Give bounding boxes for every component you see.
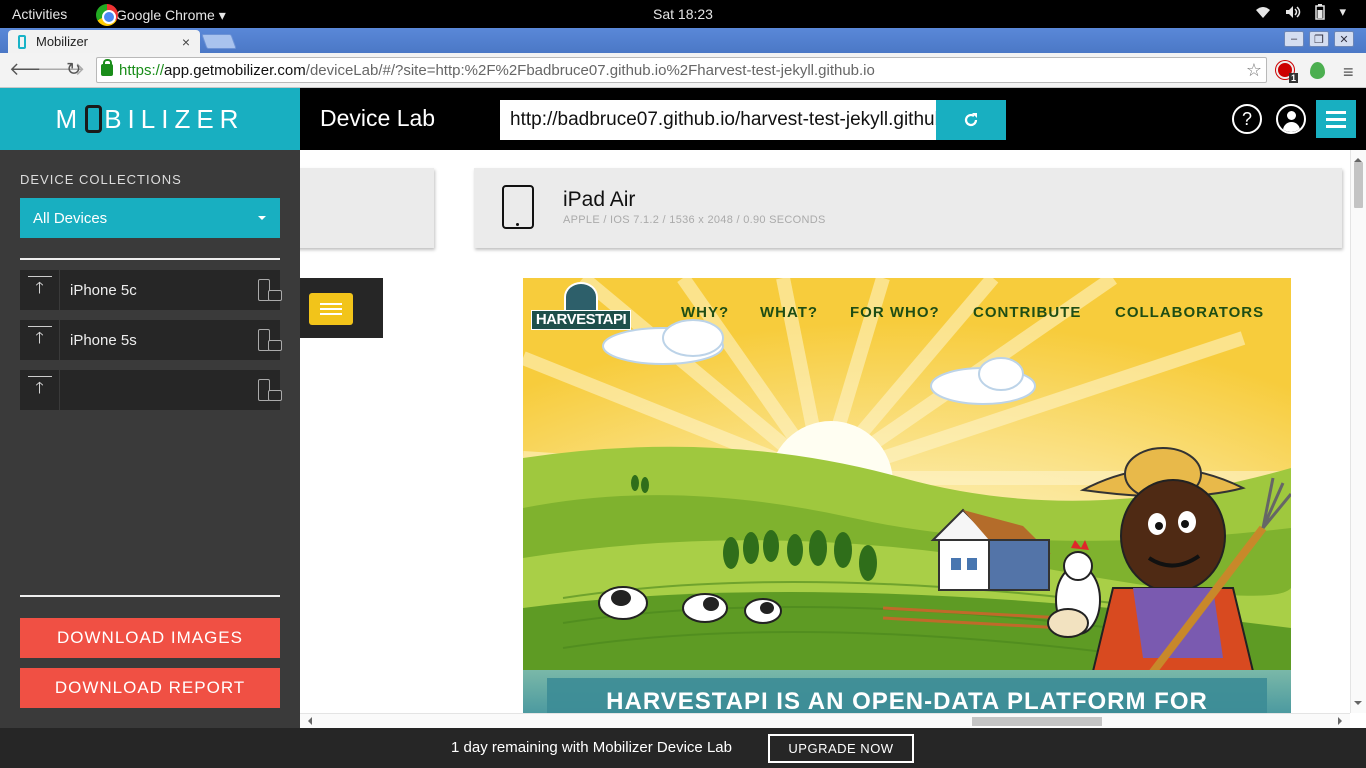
url-scheme: https:// <box>119 61 165 79</box>
orientation-toggle-icon[interactable] <box>258 279 282 301</box>
evernote-extension-icon[interactable] <box>1310 62 1325 79</box>
horizontal-scrollbar[interactable] <box>300 713 1350 728</box>
device-row[interactable]: 🡑 <box>20 370 282 410</box>
minimize-button[interactable]: – <box>1284 31 1304 47</box>
harvestapi-logo-text: HARVESTAPI <box>531 310 631 330</box>
download-images-button[interactable]: DOWNLOAD IMAGES <box>20 618 280 658</box>
system-top-bar: Activities Google Chrome ▾ Sat 18:23 ▾ <box>0 0 1366 28</box>
system-tray[interactable]: ▾ <box>1255 4 1346 20</box>
extension-badge: 1 <box>1288 73 1298 83</box>
chrome-menu-icon[interactable]: ≡ <box>1343 62 1354 83</box>
reload-page-button[interactable]: ↻ <box>66 59 81 80</box>
site-url-input[interactable]: http://badbruce07.github.io/harvest-test… <box>500 100 936 140</box>
upload-arrow-icon[interactable]: 🡑 <box>20 270 60 310</box>
device-card[interactable]: iPad Air APPLE / IOS 7.1.2 / 1536 x 2048… <box>474 168 1342 248</box>
browser-toolbar: 🡐 🡒 ↻ https:// app.getmobilizer.com /dev… <box>0 53 1366 88</box>
collection-dropdown[interactable]: All Devices <box>20 198 280 238</box>
trial-footer: 1 day remaining with Mobilizer Device La… <box>0 728 1366 768</box>
sidebar: DEVICE COLLECTIONS All Devices 🡑 iPhone … <box>0 150 300 728</box>
battery-icon <box>1315 4 1326 20</box>
globe-icon <box>564 282 598 312</box>
help-button[interactable]: ? <box>1232 104 1262 134</box>
wifi-icon <box>1256 7 1271 18</box>
upload-arrow-icon[interactable]: 🡑 <box>20 370 60 410</box>
device-collections-caption: DEVICE COLLECTIONS <box>20 172 182 187</box>
close-window-button[interactable]: ✕ <box>1334 31 1354 47</box>
site-nav-why[interactable]: WHY? <box>681 304 729 321</box>
device-name: iPad Air <box>563 188 636 211</box>
address-bar[interactable]: https:// app.getmobilizer.com /deviceLab… <box>96 57 1267 83</box>
harvestapi-logo[interactable]: HARVESTAPI <box>531 282 631 334</box>
orientation-toggle-icon[interactable] <box>258 379 282 401</box>
orientation-toggle-icon[interactable] <box>258 329 282 351</box>
device-stage: iPad Air APPLE / IOS 7.1.2 / 1536 x 2048… <box>300 150 1366 713</box>
refresh-icon <box>964 113 978 127</box>
mobilizer-app: M BILIZER Device Lab http://badbruce07.gi… <box>0 88 1366 728</box>
device-label: iPhone 5c <box>70 282 137 299</box>
site-banner: HARVESTAPI IS AN OPEN-DATA PLATFORM FOR <box>523 670 1291 713</box>
new-tab-button[interactable] <box>201 34 237 49</box>
scroll-right-arrow-icon[interactable] <box>1338 717 1346 725</box>
device-list-viewport: DEVICE COLLECTIONS All Devices 🡑 iPhone … <box>0 150 300 446</box>
window-controls: – ❐ ✕ <box>1284 31 1354 47</box>
tab-title: Mobilizer <box>36 34 89 49</box>
site-nav-for-who[interactable]: FOR WHO? <box>850 304 940 321</box>
banner-heading: HARVESTAPI IS AN OPEN-DATA PLATFORM FOR <box>606 688 1208 713</box>
previous-device-card[interactable] <box>300 168 434 248</box>
logo-letters-rest: BILIZER <box>104 103 245 134</box>
dropdown-caret-icon <box>258 216 266 224</box>
mobile-menu-button[interactable] <box>309 293 353 325</box>
device-meta: APPLE / IOS 7.1.2 / 1536 x 2048 / 0.90 S… <box>563 214 826 226</box>
system-menu-caret-icon: ▾ <box>1339 4 1346 19</box>
mobilizer-logo[interactable]: M BILIZER <box>0 88 300 150</box>
volume-icon <box>1286 6 1301 18</box>
logo-letter-m: M <box>55 103 84 134</box>
scroll-down-arrow-icon[interactable] <box>1354 701 1362 709</box>
tab-strip: Mobilizer × – ❐ ✕ <box>0 28 1366 53</box>
upload-arrow-icon[interactable]: 🡑 <box>20 320 60 360</box>
farm-illustration <box>523 278 1291 713</box>
browser-tab[interactable]: Mobilizer × <box>8 30 200 53</box>
divider <box>20 258 280 260</box>
download-report-button[interactable]: DOWNLOAD REPORT <box>20 668 280 708</box>
device-label: iPhone 5s <box>70 332 137 349</box>
lock-icon <box>101 59 113 76</box>
site-screenshot: HARVESTAPI WHY? WHAT? FOR WHO? CONTRIBUT… <box>523 278 1291 713</box>
tablet-icon <box>502 185 534 229</box>
divider <box>20 595 280 597</box>
collection-selected-value: All Devices <box>33 210 108 227</box>
user-account-icon[interactable] <box>1276 104 1306 134</box>
app-header: Device Lab http://badbruce07.github.io/h… <box>300 88 1366 150</box>
phone-o-icon <box>85 105 103 133</box>
scroll-left-arrow-icon[interactable] <box>304 717 312 725</box>
reload-site-button[interactable] <box>936 100 1006 140</box>
vertical-scrollbar[interactable] <box>1350 150 1366 713</box>
site-nav-what[interactable]: WHAT? <box>760 304 818 321</box>
site-nav-collaborators[interactable]: COLLABORATORS <box>1115 304 1264 321</box>
previous-device-preview <box>300 278 383 338</box>
page-title: Device Lab <box>320 105 436 131</box>
adblock-extension-icon[interactable]: 1 <box>1276 61 1298 83</box>
scroll-up-arrow-icon[interactable] <box>1354 154 1362 162</box>
clock[interactable]: Sat 18:23 <box>0 6 1366 22</box>
upgrade-now-button[interactable]: UPGRADE NOW <box>768 734 914 763</box>
vertical-scroll-thumb[interactable] <box>1354 162 1363 208</box>
hamburger-menu-button[interactable] <box>1316 100 1356 138</box>
mobilizer-favicon-icon <box>18 34 26 49</box>
tab-close-icon[interactable]: × <box>182 34 190 50</box>
device-row[interactable]: 🡑 iPhone 5s <box>20 320 282 360</box>
trial-message: 1 day remaining with Mobilizer Device La… <box>451 739 732 756</box>
site-nav-contribute[interactable]: CONTRIBUTE <box>973 304 1081 321</box>
horizontal-scroll-thumb[interactable] <box>972 717 1102 726</box>
url-path: /deviceLab/#/?site=http:%2F%2Fbadbruce07… <box>305 61 875 79</box>
bookmark-star-icon[interactable]: ☆ <box>1246 60 1262 81</box>
maximize-button[interactable]: ❐ <box>1309 31 1329 47</box>
device-row[interactable]: 🡑 iPhone 5c <box>20 270 282 310</box>
url-host: app.getmobilizer.com <box>164 61 306 79</box>
